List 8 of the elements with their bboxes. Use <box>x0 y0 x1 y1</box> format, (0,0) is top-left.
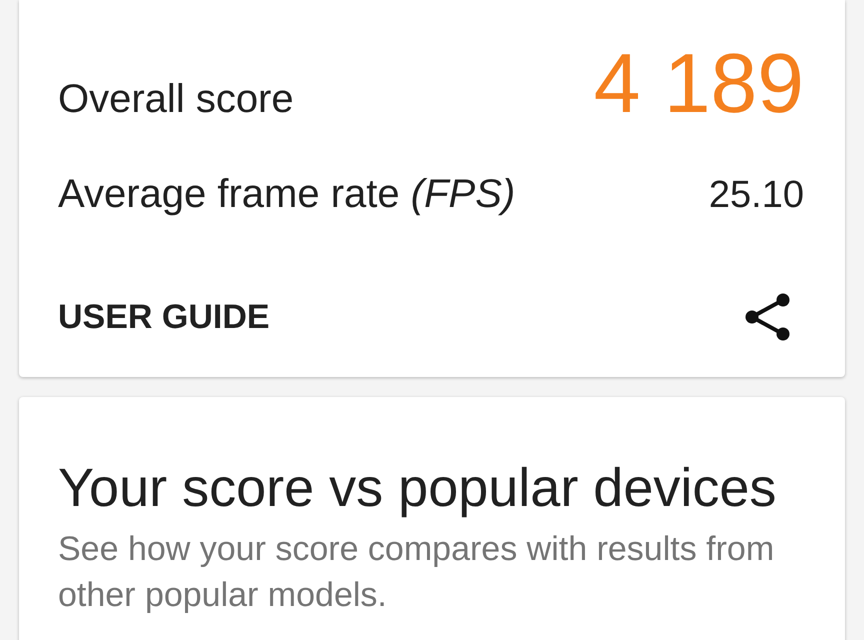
comparison-title: Your score vs popular devices <box>58 461 778 515</box>
overall-score-label: Overall score <box>58 79 294 119</box>
user-guide-link[interactable]: USER GUIDE <box>58 300 270 334</box>
frame-rate-value: 25.10 <box>708 176 804 214</box>
frame-rate-label: Average frame rate (FPS) <box>58 174 516 214</box>
share-icon[interactable] <box>745 293 790 341</box>
overall-score-value: 4 189 <box>594 41 804 125</box>
comparison-description: See how your score compares with results from other popular models. <box>58 529 776 616</box>
